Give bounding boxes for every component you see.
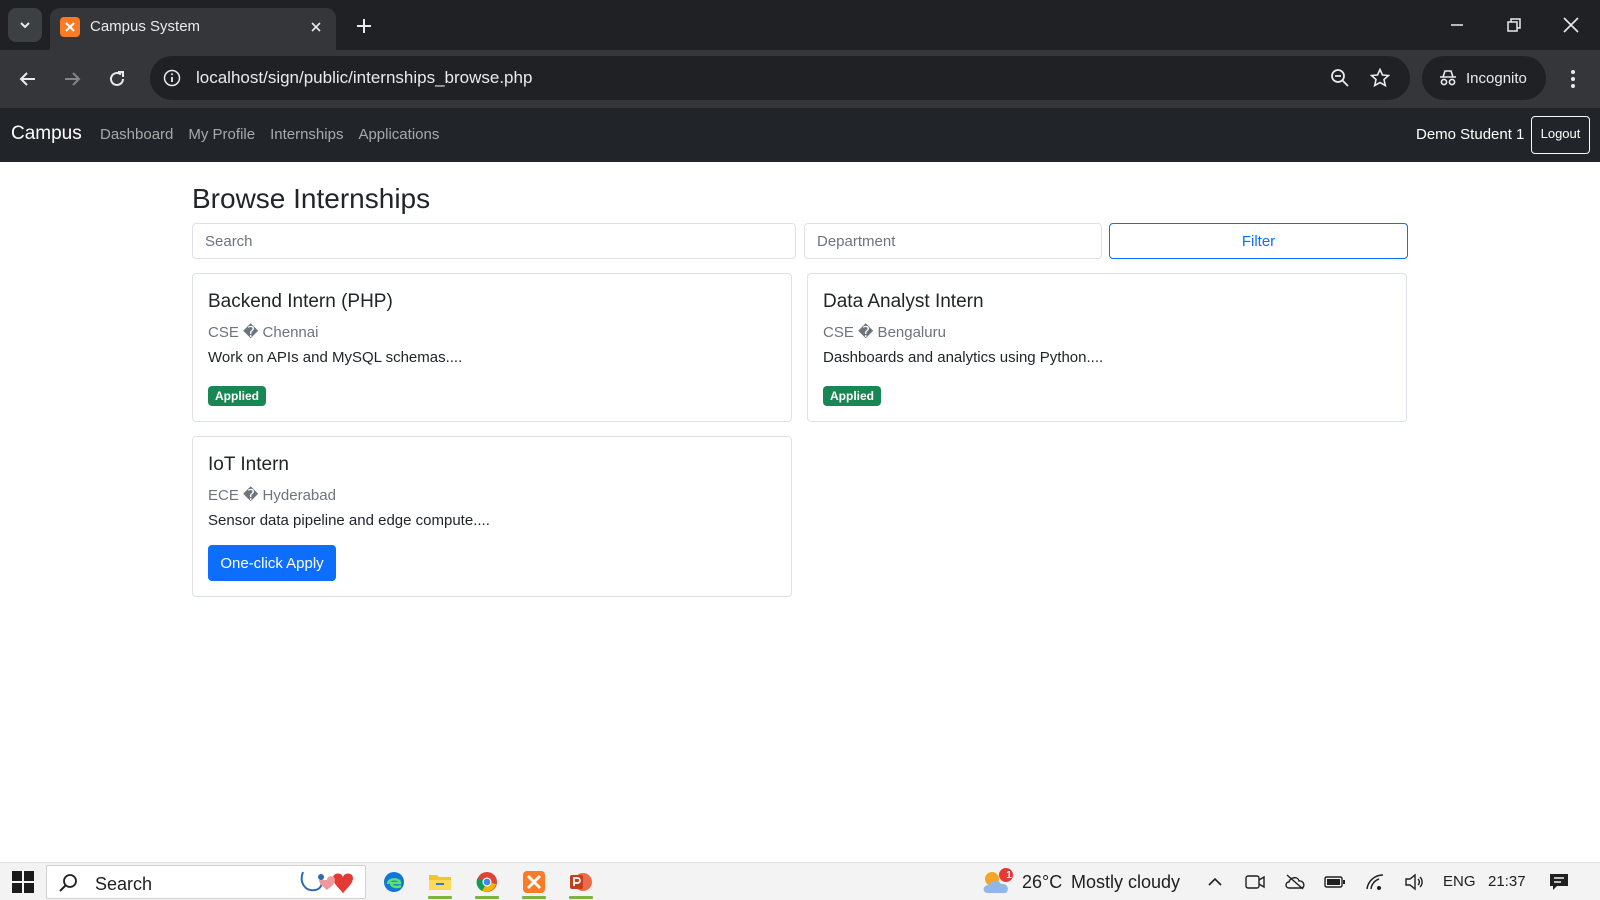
windows-taskbar: Search 1 26°C Mostly cloudy ENG 21:37 [0, 862, 1600, 900]
start-button[interactable] [8, 869, 38, 895]
restore-icon [1507, 18, 1521, 32]
tab-title: Campus System [90, 18, 201, 35]
weather-description[interactable]: Mostly cloudy [1071, 872, 1180, 893]
forward-button[interactable] [56, 63, 88, 95]
address-bar[interactable]: localhost/sign/public/internships_browse… [150, 56, 1410, 100]
internship-card: IoT Intern ECE � Hyderabad Sensor data p… [192, 436, 792, 597]
notifications-icon[interactable] [1547, 870, 1571, 894]
tab-search-button[interactable] [8, 8, 42, 42]
nav-link-dashboard[interactable]: Dashboard [100, 126, 173, 143]
user-name: Demo Student 1 [1416, 126, 1525, 143]
more-vertical-icon [1571, 70, 1575, 88]
card-title: IoT Intern [208, 454, 289, 475]
arrow-left-icon [19, 72, 35, 86]
search-input[interactable] [192, 223, 796, 259]
arrow-right-icon [65, 72, 81, 86]
bookmark-star-icon[interactable] [1368, 66, 1392, 90]
close-window-button[interactable] [1548, 8, 1594, 42]
battery-icon[interactable] [1323, 870, 1347, 894]
minimize-button[interactable] [1434, 8, 1480, 42]
internship-card: Backend Intern (PHP) CSE � Chennai Work … [192, 273, 792, 422]
taskbar-search-box[interactable]: Search [46, 865, 366, 899]
card-description: Dashboards and analytics using Python...… [823, 349, 1104, 366]
nav-link-applications[interactable]: Applications [358, 126, 439, 143]
incognito-label: Incognito [1466, 69, 1527, 87]
chevron-down-icon [20, 22, 30, 29]
nav-links: Dashboard My Profile Internships Applica… [100, 126, 439, 143]
taskbar-edge-app[interactable] [376, 865, 412, 899]
card-description: Sensor data pipeline and edge compute...… [208, 512, 490, 529]
taskbar-chrome-app[interactable] [469, 865, 505, 899]
browser-toolbar: localhost/sign/public/internships_browse… [0, 50, 1600, 108]
browser-tab-active[interactable]: Campus System [50, 8, 336, 50]
xampp-favicon-icon [60, 17, 80, 37]
new-tab-button[interactable] [350, 12, 378, 40]
reload-icon [110, 71, 124, 86]
clock-time[interactable]: 21:37 [1488, 873, 1526, 890]
show-hidden-icons-button[interactable] [1203, 870, 1227, 894]
close-icon [1563, 17, 1579, 33]
volume-icon[interactable] [1402, 870, 1426, 894]
url-text: localhost/sign/public/internships_browse… [196, 68, 533, 87]
department-input[interactable] [804, 223, 1102, 259]
card-description: Work on APIs and MySQL schemas.... [208, 349, 463, 366]
brand-link[interactable]: Campus [11, 123, 82, 145]
zoom-icon[interactable] [1328, 66, 1352, 90]
edge-icon [384, 872, 404, 892]
weather-temperature[interactable]: 26°C [1022, 872, 1062, 893]
card-title: Data Analyst Intern [823, 291, 984, 312]
back-button[interactable] [12, 63, 44, 95]
one-click-apply-button[interactable]: One-click Apply [208, 545, 336, 581]
input-language[interactable]: ENG [1443, 873, 1476, 890]
minimize-icon [1451, 24, 1463, 26]
restore-button[interactable] [1491, 8, 1537, 42]
nav-link-my-profile[interactable]: My Profile [188, 126, 255, 143]
xampp-icon [523, 871, 545, 893]
chevron-up-icon [1208, 877, 1222, 886]
reload-button[interactable] [101, 63, 133, 95]
search-icon [57, 872, 79, 894]
card-meta: CSE � Bengaluru [823, 324, 946, 341]
plus-icon [357, 19, 371, 33]
chrome-icon [476, 872, 497, 892]
meet-now-icon[interactable] [1243, 870, 1267, 894]
incognito-indicator[interactable]: Incognito [1422, 56, 1546, 100]
tab-close-icon[interactable] [306, 17, 326, 37]
card-meta: CSE � Chennai [208, 324, 319, 341]
taskbar-xampp-app[interactable] [516, 865, 552, 899]
browser-menu-button[interactable] [1558, 64, 1588, 94]
taskbar-file-explorer-app[interactable] [422, 865, 458, 899]
applied-badge: Applied [823, 386, 881, 406]
onedrive-offline-icon[interactable] [1283, 870, 1307, 894]
browser-tabstrip: Campus System [0, 0, 1600, 50]
site-info-icon[interactable] [160, 66, 184, 90]
logout-button[interactable]: Logout [1531, 116, 1590, 154]
app-navbar: Campus Dashboard My Profile Internships … [0, 108, 1600, 162]
incognito-icon [1440, 70, 1456, 86]
weather-alert-badge: 1 [1006, 870, 1012, 881]
card-meta: ECE � Hyderabad [208, 487, 336, 504]
page-title: Browse Internships [192, 183, 431, 214]
taskbar-search-text: Search [95, 874, 153, 894]
powerpoint-icon [570, 873, 592, 891]
internship-card: Data Analyst Intern CSE � Bengaluru Dash… [807, 273, 1407, 422]
applied-badge: Applied [208, 386, 266, 406]
taskbar-powerpoint-app[interactable] [563, 865, 599, 899]
windows-logo-icon [12, 871, 34, 893]
card-title: Backend Intern (PHP) [208, 291, 393, 312]
wifi-icon[interactable] [1363, 870, 1387, 894]
folder-icon [429, 875, 451, 890]
nav-link-internships[interactable]: Internships [270, 126, 343, 143]
filter-button[interactable]: Filter [1109, 223, 1408, 259]
search-highlight-icon [300, 871, 353, 894]
